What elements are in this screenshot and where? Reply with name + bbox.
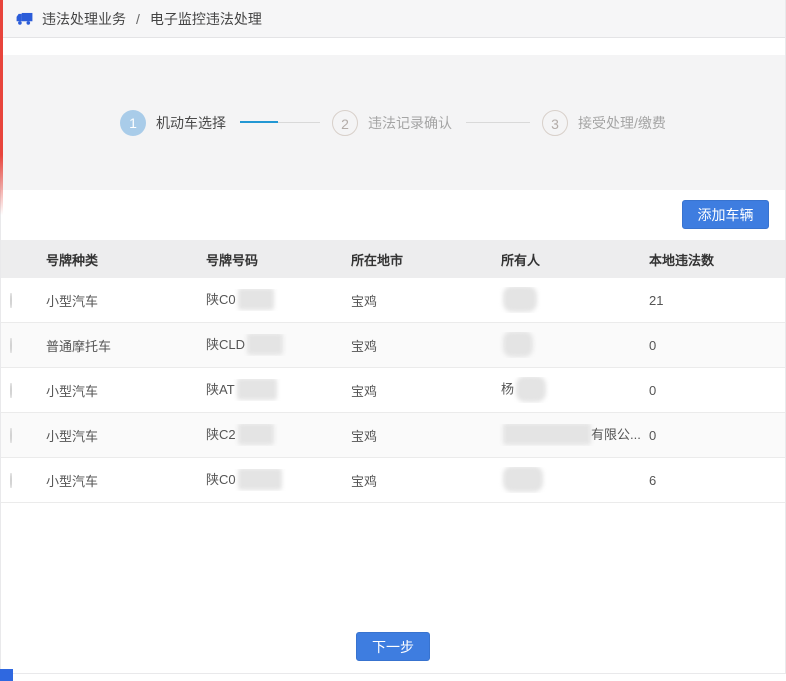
header-violation-count: 本地违法数 [640,250,785,269]
breadcrumb-separator: / [136,11,140,27]
cell-city: 宝鸡 [342,471,492,490]
truck-icon [15,9,34,28]
redaction-blur [503,287,537,312]
step-1-vehicle-select: 1 机动车选择 [120,110,226,136]
table-row[interactable]: 小型汽车 陕C0 宝鸡 21 [1,278,785,323]
cell-city: 宝鸡 [342,336,492,355]
redaction-blur [516,377,546,402]
cell-plate-number: 陕C0 [197,289,342,312]
cell-plate-number: 陕CLD [197,334,342,357]
row-radio[interactable] [10,338,12,353]
table-row[interactable]: 普通摩托车 陕CLD 宝鸡 0 [1,323,785,368]
row-radio[interactable] [10,473,12,488]
header-plate-type: 号牌种类 [37,250,197,269]
cell-city: 宝鸡 [342,291,492,310]
spacer [1,38,785,55]
redaction-blur [238,289,274,311]
stepper-panel: 1 机动车选择 2 违法记录确认 3 接受处理/缴费 [1,55,785,190]
red-accent-bar [0,0,3,215]
cell-plate-type: 小型汽车 [37,291,197,310]
cell-violation-count: 0 [640,428,785,443]
step-3-number: 3 [542,110,568,136]
header-owner: 所有人 [492,250,640,269]
cell-owner: 有限公... [492,424,640,447]
stepper: 1 机动车选择 2 违法记录确认 3 接受处理/缴费 [120,110,666,136]
cell-owner: 杨 [492,377,640,403]
cell-plate-type: 小型汽车 [37,426,197,445]
next-step-button[interactable]: 下一步 [356,632,430,661]
redaction-blur [247,334,283,356]
redaction-blur [238,424,274,446]
cell-violation-count: 21 [640,293,785,308]
redaction-blur [237,379,277,401]
step-2-number: 2 [332,110,358,136]
footer: 下一步 [1,503,785,661]
table-row[interactable]: 小型汽车 陕AT 宝鸡 杨 0 [1,368,785,413]
cell-plate-number: 陕C0 [197,469,342,492]
redaction-blur [503,467,543,492]
cell-city: 宝鸡 [342,426,492,445]
cell-city: 宝鸡 [342,381,492,400]
toolbar: 添加车辆 [1,190,785,240]
cell-plate-number: 陕AT [197,379,342,402]
redaction-blur [503,424,591,446]
row-radio[interactable] [10,293,12,308]
row-radio[interactable] [10,428,12,443]
table-header: 号牌种类 号牌号码 所在地市 所有人 本地违法数 [1,240,785,278]
step-connector-1 [240,114,320,132]
cell-owner [492,467,640,493]
cell-plate-type: 小型汽车 [37,471,197,490]
step-1-label: 机动车选择 [156,113,226,133]
header-plate-number: 号牌号码 [197,250,342,269]
cell-plate-type: 普通摩托车 [37,336,197,355]
table-row[interactable]: 小型汽车 陕C2 宝鸡 有限公... 0 [1,413,785,458]
add-vehicle-button[interactable]: 添加车辆 [682,200,769,229]
redaction-blur [503,332,533,357]
step-connector-2 [466,114,530,132]
step-1-number: 1 [120,110,146,136]
row-radio[interactable] [10,383,12,398]
breadcrumb-current: 电子监控违法处理 [150,9,262,29]
header-city: 所在地市 [342,250,492,269]
step-3-pay: 3 接受处理/缴费 [542,110,666,136]
step-3-label: 接受处理/缴费 [578,113,666,133]
redaction-blur [238,469,282,491]
table-row[interactable]: 小型汽车 陕C0 宝鸡 6 [1,458,785,503]
cell-violation-count: 0 [640,338,785,353]
step-2-record-confirm: 2 违法记录确认 [332,110,452,136]
violation-processing-page: 违法处理业务 / 电子监控违法处理 1 机动车选择 2 违法记录确认 3 [0,0,786,681]
breadcrumb: 违法处理业务 / 电子监控违法处理 [1,0,785,38]
cell-owner [492,332,640,358]
cell-plate-type: 小型汽车 [37,381,197,400]
content-card: 违法处理业务 / 电子监控违法处理 1 机动车选择 2 违法记录确认 3 [0,0,786,674]
cell-owner [492,287,640,313]
cell-plate-number: 陕C2 [197,424,342,447]
step-2-label: 违法记录确认 [368,113,452,133]
corner-artifact [0,669,13,681]
breadcrumb-section[interactable]: 违法处理业务 [42,9,126,29]
cell-violation-count: 6 [640,473,785,488]
cell-violation-count: 0 [640,383,785,398]
